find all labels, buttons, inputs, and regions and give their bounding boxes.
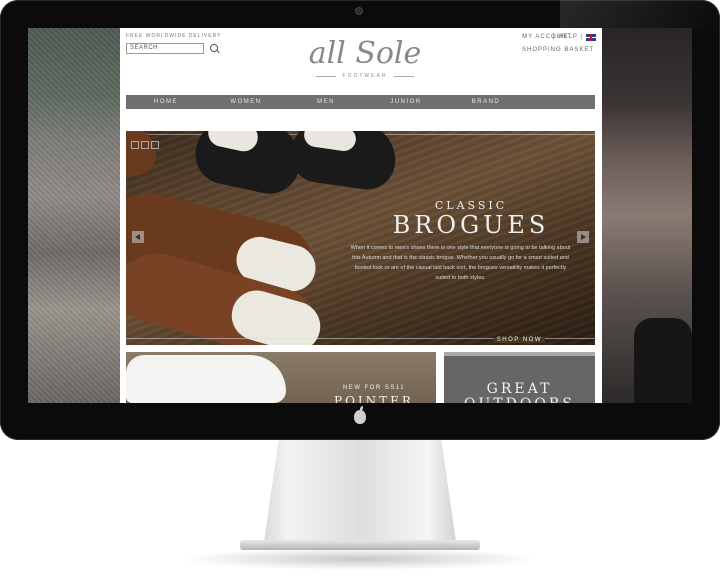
hero-description: When it comes to men's shoes there is on… bbox=[350, 245, 571, 281]
help-link[interactable]: | HELP | bbox=[553, 34, 583, 40]
promo-title: POINTER bbox=[334, 394, 414, 403]
promo-tile-pointer[interactable]: NEW FOR SS11 POINTER bbox=[126, 352, 436, 403]
promo-kicker: NEW FOR SS11 bbox=[342, 385, 406, 391]
hero-title: BROGUES bbox=[392, 211, 550, 239]
bezel-glare bbox=[560, 0, 720, 30]
shopping-basket-link[interactable]: SHOPPING BASKET bbox=[522, 47, 594, 53]
site-logo[interactable]: all Sole bbox=[305, 38, 425, 70]
shop-now-link[interactable]: SHOP NOW bbox=[493, 337, 545, 343]
boot-image bbox=[634, 318, 692, 403]
slide-dot[interactable] bbox=[141, 141, 149, 149]
slide-indicators bbox=[131, 141, 159, 149]
monitor-stand bbox=[262, 440, 458, 550]
nav-item-brand[interactable]: BRAND bbox=[446, 99, 526, 105]
stand-shadow bbox=[180, 548, 540, 570]
nav-item-men[interactable]: MEN bbox=[286, 99, 366, 105]
main-navigation: HOME WOMEN MEN JUNIOR BRAND bbox=[126, 95, 595, 109]
hero-banner[interactable]: CLASSIC BROGUES When it comes to men's s… bbox=[126, 131, 595, 345]
free-delivery-text: FREE WORLDWIDE DELIVERY bbox=[126, 33, 222, 39]
apple-logo-icon bbox=[354, 406, 366, 424]
promo-title: GREAT OUTDOORS bbox=[464, 381, 572, 404]
shoe-image bbox=[126, 131, 156, 176]
slide-dot[interactable] bbox=[151, 141, 159, 149]
search-input[interactable]: SEARCH bbox=[126, 43, 204, 54]
logo-subtitle: FOOTWEAR bbox=[310, 73, 420, 79]
website-page: FREE WORLDWIDE DELIVERY SEARCH MY ACCOUN… bbox=[120, 28, 602, 403]
monitor-bezel: FREE WORLDWIDE DELIVERY SEARCH MY ACCOUN… bbox=[0, 0, 720, 440]
nav-item-junior[interactable]: JUNIOR bbox=[366, 99, 446, 105]
sneaker-image bbox=[126, 355, 286, 403]
search-icon[interactable] bbox=[210, 44, 218, 52]
slide-dot[interactable] bbox=[131, 141, 139, 149]
nav-item-women[interactable]: WOMEN bbox=[206, 99, 286, 105]
promo-tile-great-outdoors[interactable]: GREAT OUTDOORS bbox=[444, 352, 595, 403]
arrow-left-icon[interactable] bbox=[132, 231, 144, 243]
nav-item-home[interactable]: HOME bbox=[126, 99, 206, 105]
camera-icon bbox=[356, 8, 362, 14]
uk-flag-icon[interactable] bbox=[586, 34, 596, 41]
background-photo-left bbox=[28, 28, 120, 403]
screen: FREE WORLDWIDE DELIVERY SEARCH MY ACCOUN… bbox=[28, 28, 692, 403]
